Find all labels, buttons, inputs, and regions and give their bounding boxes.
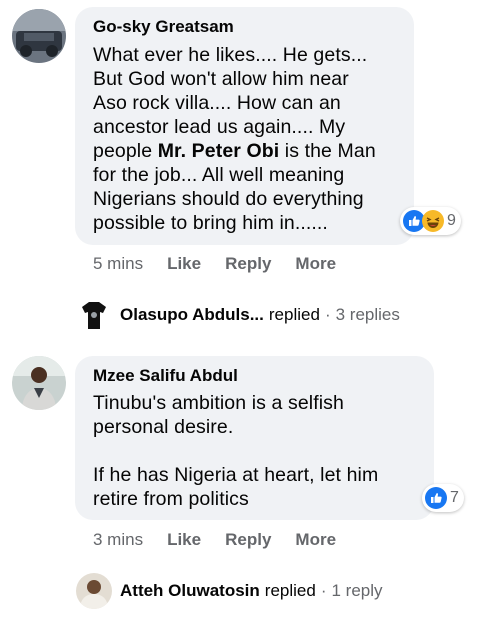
mentioned-name: Mr. Peter Obi [157,140,280,162]
reply-verb: replied [268,305,320,324]
more-button[interactable]: More [295,254,336,274]
reply-verb: replied [264,581,316,600]
comment-author-name[interactable]: Go-sky Greatsam [93,17,234,37]
like-button[interactable]: Like [167,254,201,274]
comment-text: What ever he likes.... He gets... But Go… [93,44,376,234]
more-button[interactable]: More [295,530,336,550]
reply-button[interactable]: Reply [225,530,271,550]
reply-author-avatar[interactable] [76,297,112,333]
comment-actions: 5 mins Like Reply More [93,254,336,274]
reaction-summary[interactable]: 9 [400,207,461,235]
comment-actions: 3 mins Like Reply More [93,530,336,550]
comment-author-avatar[interactable] [12,9,66,63]
comment-author-avatar[interactable] [12,356,66,410]
reply-author-name[interactable]: Atteh Oluwatosin [120,581,260,601]
reply-count-link[interactable]: 1 reply [332,581,383,601]
reply-author-avatar[interactable] [76,573,112,609]
reaction-count: 7 [450,489,459,506]
reaction-count: 9 [447,212,456,229]
reply-count-link[interactable]: 3 replies [336,305,400,325]
separator-dot: · [324,305,331,324]
separator-dot: · [320,581,327,600]
comment-timestamp[interactable]: 3 mins [93,530,143,550]
comment-text: Tinubu's ambition is a selfish personal … [93,392,379,510]
reply-author-name[interactable]: Olasupo Abduls... [120,305,264,325]
like-button[interactable]: Like [167,530,201,550]
like-icon [425,487,447,509]
comment-author-name[interactable]: Mzee Salifu Abdul [93,366,238,386]
replies-preview[interactable]: Olasupo Abduls... replied · 3 replies [120,305,400,325]
haha-icon [422,210,444,232]
replies-preview[interactable]: Atteh Oluwatosin replied · 1 reply [120,581,383,601]
reaction-summary[interactable]: 7 [422,484,464,512]
comment-timestamp[interactable]: 5 mins [93,254,143,274]
reply-button[interactable]: Reply [225,254,271,274]
